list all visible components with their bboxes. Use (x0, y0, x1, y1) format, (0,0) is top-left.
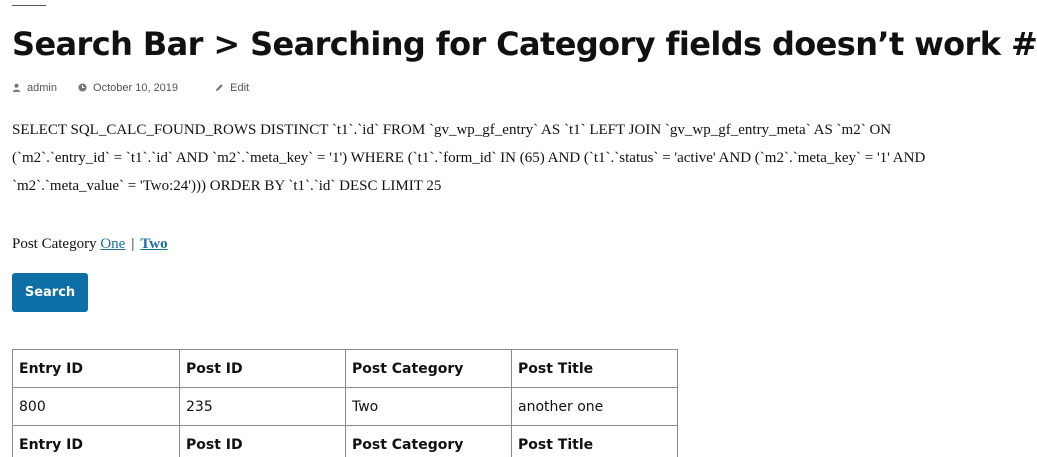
table-row: 800 235 Two another one (12, 387, 678, 426)
post-meta: admin October 10, 2019 Edit (12, 82, 267, 94)
cell-post-category: Two (345, 387, 512, 426)
person-icon (12, 83, 21, 92)
column-header-post-id: Post ID (179, 349, 346, 388)
author-link[interactable]: admin (27, 82, 57, 94)
post-category-filter: Post Category One | Two (12, 236, 168, 253)
post-date: October 10, 2019 (78, 82, 178, 94)
cell-post-title: another one (511, 387, 678, 426)
sql-line: SELECT SQL_CALC_FOUND_ROWS DISTINCT `t1`… (12, 122, 892, 138)
clock-icon (78, 83, 87, 92)
top-divider (12, 5, 46, 6)
column-header-entry-id: Entry ID (12, 349, 180, 388)
column-header-post-title: Post Title (511, 349, 678, 388)
footer-header-post-category: Post Category (345, 425, 512, 457)
post-category-label: Post Category (12, 236, 97, 252)
entries-table: Entry ID Post ID Post Category Post Titl… (12, 349, 678, 457)
post-author: admin (12, 82, 57, 94)
category-option-two[interactable]: Two (140, 236, 167, 252)
table-header-row: Entry ID Post ID Post Category Post Titl… (12, 349, 678, 388)
footer-header-post-id: Post ID (179, 425, 346, 457)
sql-line: `m2`.`meta_value` = 'Two:24'))) ORDER BY… (12, 178, 442, 194)
category-option-one[interactable]: One (100, 236, 125, 252)
page: Search Bar > Searching for Category fiel… (0, 0, 1037, 457)
table-footer-row: Entry ID Post ID Post Category Post Titl… (12, 425, 678, 457)
post-edit: Edit (215, 82, 249, 94)
edit-link[interactable]: Edit (230, 82, 249, 94)
column-header-post-category: Post Category (345, 349, 512, 388)
sql-line: (`m2`.`entry_id` = `t1`.`id` AND `m2`.`m… (12, 150, 926, 166)
sql-query-text: SELECT SQL_CALC_FOUND_ROWS DISTINCT `t1`… (12, 116, 1012, 200)
page-title: Search Bar > Searching for Category fiel… (12, 25, 1037, 63)
date-link[interactable]: October 10, 2019 (93, 82, 178, 94)
pencil-icon (216, 84, 223, 92)
footer-header-entry-id: Entry ID (12, 425, 180, 457)
search-button[interactable]: Search (12, 273, 88, 312)
footer-header-post-title: Post Title (511, 425, 678, 457)
cell-post-id: 235 (179, 387, 346, 426)
cell-entry-id: 800 (12, 387, 180, 426)
category-separator: | (131, 236, 135, 252)
